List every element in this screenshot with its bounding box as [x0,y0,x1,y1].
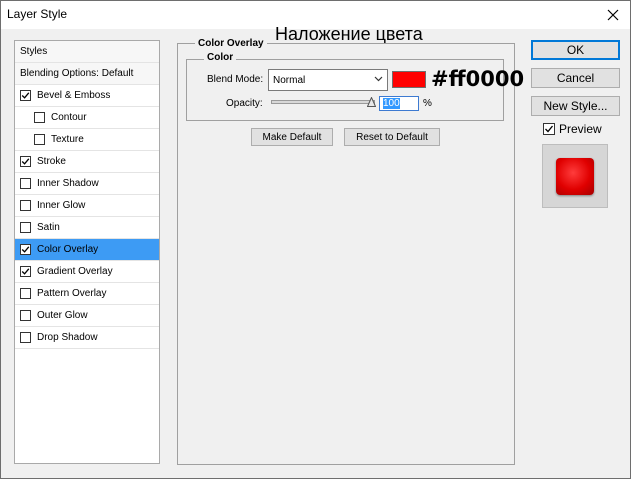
reset-to-default-button[interactable]: Reset to Default [344,128,440,146]
close-icon [607,9,619,21]
checkbox[interactable] [20,156,31,167]
sidebar-item-inner-glow[interactable]: Inner Glow [15,195,159,217]
sidebar-item-outer-glow[interactable]: Outer Glow [15,305,159,327]
checkbox[interactable] [20,178,31,189]
sidebar-item-color-overlay[interactable]: Color Overlay [15,239,159,261]
sidebar-item-blending-options-default[interactable]: Blending Options: Default [15,63,159,85]
checkbox[interactable] [20,222,31,233]
checkbox[interactable] [20,310,31,321]
sidebar-item-label: Inner Shadow [37,178,99,189]
sidebar-item-label: Satin [37,222,60,233]
sidebar-item-label: Texture [51,134,84,145]
ok-label: OK [566,43,585,57]
checkbox[interactable] [34,134,45,145]
preview-checkbox[interactable] [543,123,555,135]
sidebar-item-contour[interactable]: Contour [15,107,159,129]
checkbox[interactable] [34,112,45,123]
styles-header-label: Styles [20,46,48,57]
sidebar-item-label: Pattern Overlay [37,288,107,299]
checkbox[interactable] [20,266,31,277]
checkbox[interactable] [20,90,31,101]
checkmark-icon [21,268,30,275]
checkmark-icon [21,158,30,165]
sidebar-item-label: Gradient Overlay [37,266,113,277]
sidebar-item-label: Inner Glow [37,200,86,211]
checkmark-icon [21,246,30,253]
overlay-color-swatch[interactable] [392,71,426,88]
slider-thumb-icon[interactable] [367,97,376,107]
blend-mode-label: Blend Mode: [207,74,264,85]
cancel-label: Cancel [556,71,595,85]
sidebar-item-label: Bevel & Emboss [37,90,111,101]
sidebar-item-label: Color Overlay [37,244,99,255]
checkmark-icon [545,125,554,133]
opacity-label: Opacity: [226,98,263,109]
styles-header[interactable]: Styles [15,41,159,63]
group-title: Color [204,52,237,63]
annotation-title: Наложение цвета [275,24,423,44]
new-style-button[interactable]: New Style... [531,96,620,116]
opacity-unit: % [423,98,432,109]
sidebar-item-pattern-overlay[interactable]: Pattern Overlay [15,283,159,305]
checkbox[interactable] [20,288,31,299]
ok-button[interactable]: OK [531,40,620,60]
sidebar-item-bevel-emboss[interactable]: Bevel & Emboss [15,85,159,107]
reset-label: Reset to Default [356,131,428,143]
opacity-input[interactable]: 100 [379,96,419,111]
make-default-button[interactable]: Make Default [251,128,333,146]
sidebar-item-label: Drop Shadow [37,332,98,343]
section-title: Color Overlay [195,38,267,49]
sidebar-item-label: Outer Glow [37,310,88,321]
new-style-label: New Style... [543,99,608,113]
layer-style-dialog: Layer Style Наложение цвета Styles Blend… [0,0,631,479]
sidebar-item-stroke[interactable]: Stroke [15,151,159,173]
opacity-slider[interactable] [271,100,375,104]
preview-swatch [556,158,594,195]
checkbox[interactable] [20,200,31,211]
opacity-value: 100 [383,98,400,109]
styles-list: Styles Blending Options: Default Bevel & … [14,40,160,464]
sidebar-item-label: Blending Options: Default [20,68,134,79]
blend-mode-select[interactable]: Normal [268,69,388,91]
close-button[interactable] [599,3,627,27]
make-default-label: Make Default [262,131,322,143]
checkbox[interactable] [20,244,31,255]
sidebar-item-satin[interactable]: Satin [15,217,159,239]
preview-label: Preview [559,122,602,136]
sidebar-item-label: Stroke [37,156,66,167]
sidebar-item-inner-shadow[interactable]: Inner Shadow [15,173,159,195]
blend-mode-value: Normal [273,74,306,86]
annotation-hex: #ff0000 [431,67,525,91]
sidebar-item-drop-shadow[interactable]: Drop Shadow [15,327,159,349]
sidebar-item-label: Contour [51,112,87,123]
sidebar-item-texture[interactable]: Texture [15,129,159,151]
window-title: Layer Style [7,7,68,21]
checkbox[interactable] [20,332,31,343]
chevron-down-icon [374,76,383,82]
checkmark-icon [21,92,30,99]
cancel-button[interactable]: Cancel [531,68,620,88]
sidebar-item-gradient-overlay[interactable]: Gradient Overlay [15,261,159,283]
